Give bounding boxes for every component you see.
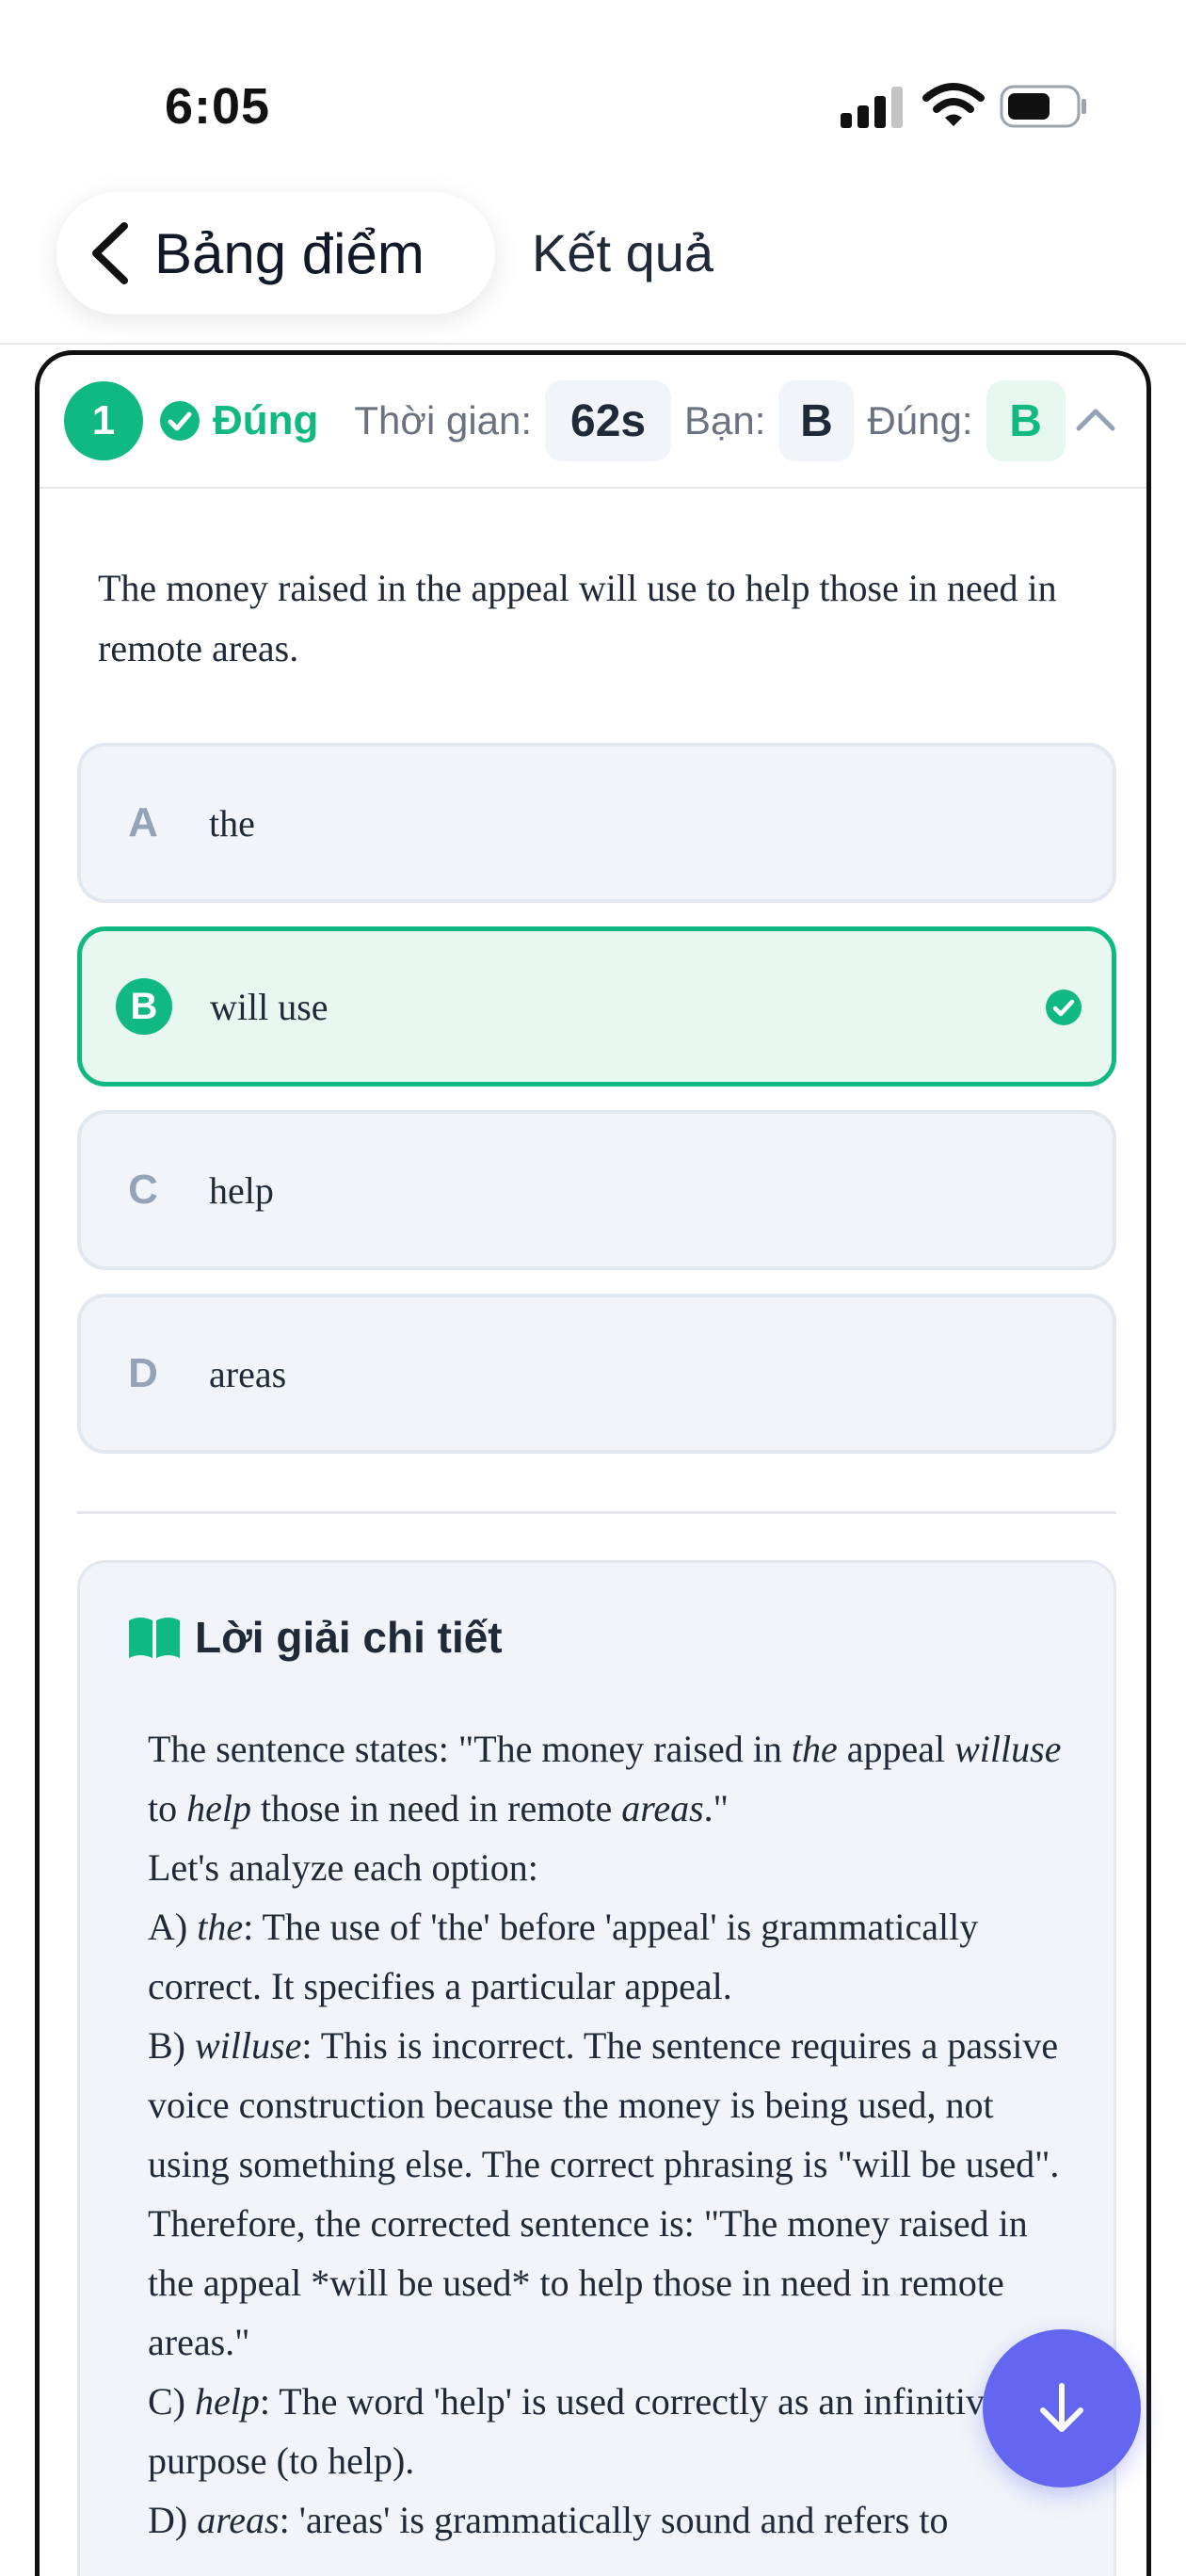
option-text: will use	[210, 985, 329, 1028]
solution-title: Lời giải chi tiết	[127, 1612, 503, 1663]
option-letter: C	[128, 1167, 158, 1213]
divider	[77, 1511, 1116, 1514]
option-c[interactable]: C help	[77, 1110, 1116, 1270]
option-letter: B	[116, 978, 172, 1035]
solution-line: C) help: The word 'help' is used correct…	[148, 2380, 1043, 2482]
scroll-down-button[interactable]	[983, 2329, 1141, 2487]
correct-answer-value: B	[986, 380, 1066, 461]
solution-line: Let's analyze each option:	[148, 1846, 538, 1889]
chevron-left-icon	[92, 222, 128, 284]
back-label: Bảng điểm	[154, 221, 425, 285]
solution-title-text: Lời giải chi tiết	[195, 1613, 503, 1662]
solution-line: Therefore, the corrected sentence is: "T…	[148, 2202, 1028, 2363]
option-d[interactable]: D areas	[77, 1294, 1116, 1454]
chevron-up-icon[interactable]	[1073, 400, 1118, 438]
status-time: 6:05	[165, 78, 271, 135]
cellular-signal-icon	[841, 87, 903, 128]
check-circle-icon	[1046, 990, 1082, 1025]
solution-text: The sentence states: "The money raised i…	[148, 1719, 1070, 2550]
solution-line: A) the: The use of 'the' before 'appeal'…	[148, 1906, 979, 2007]
your-answer-label: Bạn:	[684, 398, 766, 443]
header: Bảng điểm Kết quả	[0, 188, 1186, 345]
correct-answer-label: Đúng:	[867, 398, 973, 443]
solution-line: The sentence states: "The money raised i…	[148, 1728, 1062, 1829]
back-button[interactable]: Bảng điểm	[56, 192, 495, 314]
arrow-down-icon	[1040, 2383, 1083, 2432]
status-badge: Đúng	[213, 397, 319, 443]
battery-icon	[1000, 85, 1086, 128]
solution-panel: Lời giải chi tiết The sentence states: "…	[77, 1560, 1116, 2576]
question-card: 1 Đúng Thời gian: 62s Bạn: B Đúng: B The…	[35, 350, 1151, 2576]
solution-line: D) areas: 'areas' is grammatically sound…	[148, 2499, 949, 2541]
time-value: 62s	[545, 380, 672, 461]
time-label: Thời gian:	[354, 398, 533, 443]
status-bar: 6:05	[0, 0, 1186, 188]
option-a[interactable]: A the	[77, 743, 1116, 903]
option-b[interactable]: B will use	[77, 926, 1116, 1087]
question-number: 1	[64, 381, 143, 460]
question-card-header[interactable]: 1 Đúng Thời gian: 62s Bạn: B Đúng: B	[40, 355, 1146, 489]
check-circle-icon	[160, 401, 200, 441]
wifi-icon	[922, 83, 985, 126]
option-letter: D	[128, 1350, 158, 1396]
page-title: Kết quả	[532, 223, 714, 282]
your-answer-value: B	[778, 380, 855, 461]
solution-line: B) willuse: This is incorrect. The sente…	[148, 2024, 1060, 2185]
option-text: the	[209, 801, 255, 845]
option-text: areas	[209, 1352, 287, 1395]
question-text: The money raised in the appeal will use …	[98, 567, 1057, 669]
option-letter: A	[128, 799, 158, 845]
option-text: help	[209, 1168, 274, 1212]
open-book-icon	[129, 1618, 180, 1658]
